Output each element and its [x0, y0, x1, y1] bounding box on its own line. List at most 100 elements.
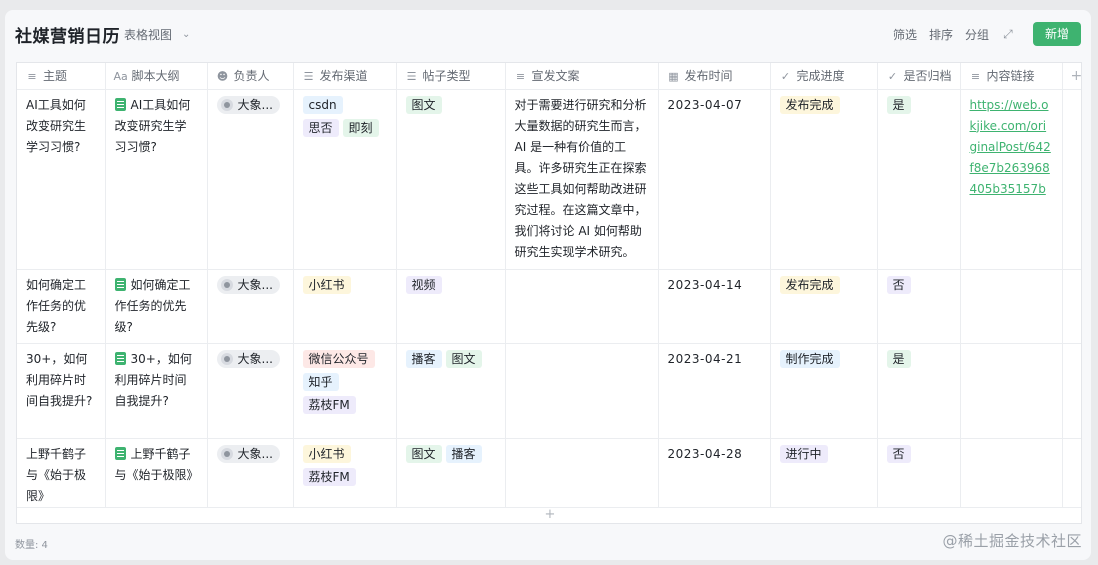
- archived-tag: 是: [886, 95, 911, 114]
- owner-chip: 大象...: [216, 444, 280, 463]
- cell-owner[interactable]: 大象...: [207, 343, 294, 439]
- cell-post-type[interactable]: 图文: [396, 89, 506, 270]
- column-header-copy[interactable]: ≡ 宣发文案: [505, 63, 659, 90]
- text-lines-icon: ≡: [515, 70, 526, 84]
- avatar: [220, 278, 233, 291]
- table-row[interactable]: AI工具如何改变研究生学习习惯? AI工具如何改变研究生学习习惯? 大象... …: [17, 89, 1081, 270]
- cell-channel[interactable]: csdn 思否 即刻: [293, 89, 397, 270]
- calendar-icon: ▦: [668, 70, 679, 84]
- cell-owner[interactable]: 大象...: [207, 269, 294, 344]
- column-header-progress[interactable]: ✓ 完成进度: [770, 63, 878, 90]
- post-type-tag: 图文: [405, 444, 442, 463]
- toolbar-actions: 筛选 排序 分组 ⤢ 新增: [893, 22, 1081, 46]
- cell-archived[interactable]: 是: [877, 89, 961, 270]
- expand-icon[interactable]: ⤢: [1001, 27, 1015, 41]
- cell-publish-time[interactable]: 2023-04-14: [658, 269, 771, 344]
- document-icon: [114, 351, 126, 365]
- channel-tag: 思否: [302, 118, 339, 137]
- cell-post-type[interactable]: 播客 图文: [396, 343, 506, 439]
- channel-tag: 小红书: [302, 275, 351, 294]
- cell-link[interactable]: https://web.okjike.com/originalPost/642f…: [960, 89, 1063, 270]
- toolbar: 社媒营销日历 表格视图 ⌄ 筛选 排序 分组 ⤢ 新增: [5, 10, 1091, 58]
- cell-archived[interactable]: 否: [877, 269, 961, 344]
- cell-spacer: [1062, 269, 1081, 344]
- archived-tag: 否: [886, 444, 911, 463]
- add-column-icon[interactable]: +: [1062, 63, 1081, 90]
- text-lines-icon: ≡: [970, 70, 981, 84]
- cell-channel[interactable]: 小红书: [293, 269, 397, 344]
- column-header-owner[interactable]: ☻ 负责人: [207, 63, 294, 90]
- cell-topic[interactable]: 如何确定工作任务的优先级?: [17, 269, 106, 344]
- content-link[interactable]: https://web.okjike.com/originalPost/642f…: [970, 98, 1051, 196]
- column-header-archived[interactable]: ✓ 是否归档: [877, 63, 961, 90]
- add-row-button[interactable]: +: [17, 507, 1081, 523]
- post-type-tag: 图文: [405, 95, 442, 114]
- channel-tag: csdn: [302, 95, 343, 114]
- column-header-post-type[interactable]: ☰ 帖子类型: [396, 63, 506, 90]
- cell-link[interactable]: [960, 343, 1063, 439]
- filter-button[interactable]: 筛选: [893, 26, 917, 43]
- cell-progress[interactable]: 制作完成: [770, 343, 878, 439]
- channel-tag: 小红书: [302, 444, 351, 463]
- channel-tag: 微信公众号: [302, 349, 375, 368]
- channel-tag: 荔枝FM: [302, 395, 356, 414]
- add-record-button[interactable]: 新增: [1032, 22, 1081, 46]
- sort-button[interactable]: 排序: [929, 26, 953, 43]
- cell-publish-time[interactable]: 2023-04-21: [658, 343, 771, 439]
- watermark: @稀土掘金技术社区: [942, 532, 1082, 550]
- cell-outline[interactable]: AI工具如何改变研究生学习习惯?: [105, 89, 208, 270]
- cell-link[interactable]: [960, 269, 1063, 344]
- post-type-tag: 图文: [445, 349, 482, 368]
- table-card: 社媒营销日历 表格视图 ⌄ 筛选 排序 分组 ⤢ 新增 ≡ 主题 Aa 脚本大纲 ☻…: [5, 10, 1091, 560]
- cell-archived[interactable]: 是: [877, 343, 961, 439]
- post-type-tag: 播客: [445, 444, 482, 463]
- progress-tag: 发布完成: [779, 95, 840, 114]
- avatar: [220, 447, 233, 460]
- owner-chip: 大象...: [216, 95, 280, 114]
- table-row[interactable]: 30+，如何利用碎片时间自我提升? 30+，如何利用碎片时间自我提升? 大象..…: [17, 343, 1081, 439]
- post-type-tag: 播客: [405, 349, 442, 368]
- chevron-down-icon: ⌄: [182, 29, 191, 40]
- people-icon: ☻: [216, 70, 229, 84]
- cell-outline[interactable]: 30+，如何利用碎片时间自我提升?: [105, 343, 208, 439]
- record-count: 数量: 4: [15, 540, 48, 551]
- data-grid: ≡ 主题 Aa 脚本大纲 ☻ 负责人 ☰ 发布渠道 ☰ 帖子类型 ≡ 宣发文案 ▦ 发布时间 …: [16, 62, 1082, 524]
- cell-outline[interactable]: 如何确定工作任务的优先级?: [105, 269, 208, 344]
- view-switcher[interactable]: 表格视图 ⌄: [124, 26, 190, 43]
- cell-copy[interactable]: 对于需要进行研究和分析大量数据的研究生而言，AI 是一种有价值的工具。许多研究生…: [505, 89, 659, 270]
- cell-progress[interactable]: 发布完成: [770, 89, 878, 270]
- list-check-icon: ☰: [406, 70, 417, 84]
- post-type-tag: 视频: [405, 275, 442, 294]
- list-check-icon: ☰: [303, 70, 314, 84]
- cell-owner[interactable]: 大象...: [207, 89, 294, 270]
- progress-tag: 进行中: [779, 444, 828, 463]
- channel-tag: 即刻: [342, 118, 379, 137]
- cell-copy[interactable]: [505, 343, 659, 439]
- document-icon: [114, 97, 126, 111]
- check-circle-icon: ✓: [780, 70, 791, 84]
- column-header-topic[interactable]: ≡ 主题: [17, 63, 106, 90]
- column-header-link[interactable]: ≡ 内容链接: [960, 63, 1063, 90]
- column-header-publish-time[interactable]: ▦ 发布时间: [658, 63, 771, 90]
- header-row: ≡ 主题 Aa 脚本大纲 ☻ 负责人 ☰ 发布渠道 ☰ 帖子类型 ≡ 宣发文案 ▦ 发布时间 …: [17, 63, 1081, 90]
- document-icon: [114, 277, 126, 291]
- cell-copy[interactable]: [505, 269, 659, 344]
- avatar: [220, 98, 233, 111]
- group-button[interactable]: 分组: [965, 26, 989, 43]
- document-icon: [114, 446, 126, 460]
- archived-tag: 是: [886, 349, 911, 368]
- records-table: ≡ 主题 Aa 脚本大纲 ☻ 负责人 ☰ 发布渠道 ☰ 帖子类型 ≡ 宣发文案 ▦ 发布时间 …: [17, 63, 1081, 523]
- cell-post-type[interactable]: 视频: [396, 269, 506, 344]
- table-row[interactable]: 如何确定工作任务的优先级? 如何确定工作任务的优先级? 大象... 小红书 视频…: [17, 269, 1081, 344]
- cell-topic[interactable]: 30+，如何利用碎片时间自我提升?: [17, 343, 106, 439]
- cell-channel[interactable]: 微信公众号知乎荔枝FM: [293, 343, 397, 439]
- cell-publish-time[interactable]: 2023-04-07: [658, 89, 771, 270]
- column-header-outline[interactable]: Aa 脚本大纲: [105, 63, 208, 90]
- cell-spacer: [1062, 89, 1081, 270]
- column-header-channel[interactable]: ☰ 发布渠道: [293, 63, 397, 90]
- cell-progress[interactable]: 发布完成: [770, 269, 878, 344]
- text-format-icon: Aa: [113, 70, 128, 84]
- page-title: 社媒营销日历: [15, 27, 120, 47]
- cell-topic[interactable]: AI工具如何改变研究生学习习惯?: [17, 89, 106, 270]
- cell-spacer: [1062, 343, 1081, 439]
